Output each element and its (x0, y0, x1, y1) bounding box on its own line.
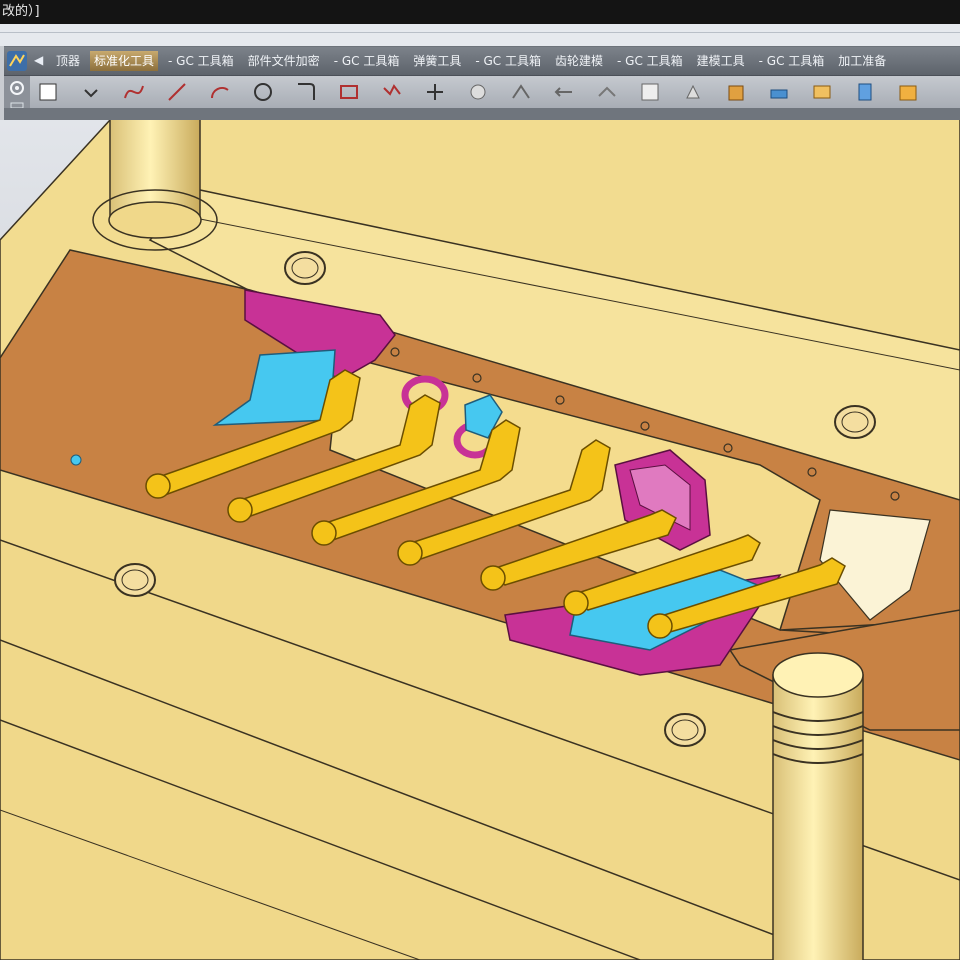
arc-icon[interactable] (208, 80, 232, 104)
section-icon[interactable] (595, 80, 619, 104)
ribbon-tab-3[interactable]: 部件文件加密 (244, 51, 324, 71)
offset-curve-icon[interactable] (466, 80, 490, 104)
solid-icon[interactable] (896, 80, 920, 104)
datum-plane-icon[interactable] (638, 80, 662, 104)
ribbon-tab-11[interactable]: 加工准备 (834, 51, 890, 71)
mold-3d-viewport[interactable] (0, 120, 960, 960)
window-title: 改的）] (2, 4, 40, 19)
app-logo-icon[interactable] (6, 50, 28, 72)
ribbon-bar: ◀ 顶器 标准化工具 - GC 工具箱 部件文件加密 - GC 工具箱 弹簧工具 - GC … (4, 46, 960, 121)
ribbon-tab-strip: ◀ 顶器 标准化工具 - GC 工具箱 部件文件加密 - GC 工具箱 弹簧工具 - GC … (4, 47, 960, 76)
fillet-icon[interactable] (294, 80, 318, 104)
profile-icon[interactable] (380, 80, 404, 104)
ribbon-tab-4[interactable]: - GC 工具箱 (330, 51, 404, 71)
mirror-icon[interactable] (552, 80, 576, 104)
ribbon-tab-2[interactable]: - GC 工具箱 (164, 51, 238, 71)
rect-icon[interactable] (337, 80, 361, 104)
window-title-bar: 改的）] (0, 0, 960, 24)
extrude-icon[interactable] (724, 80, 748, 104)
ribbon-tab-6[interactable]: - GC 工具箱 (471, 51, 545, 71)
line-icon[interactable] (165, 80, 189, 104)
tab-scroll-left-icon[interactable]: ◀ (34, 53, 43, 67)
point-icon[interactable] (423, 80, 447, 104)
circle-icon[interactable] (251, 80, 275, 104)
sketch-icon[interactable] (36, 80, 60, 104)
ribbon-tab-0[interactable]: 顶器 (52, 51, 84, 71)
ribbon-tab-7[interactable]: 齿轮建模 (551, 51, 607, 71)
shell-icon[interactable] (853, 80, 877, 104)
revolve-icon[interactable] (767, 80, 791, 104)
ribbon-tab-1[interactable]: 标准化工具 (90, 51, 159, 71)
title-separator (0, 24, 960, 46)
ribbon-tab-9[interactable]: 建模工具 (693, 51, 749, 71)
boolean-icon[interactable] (810, 80, 834, 104)
toolbar (4, 76, 960, 121)
ribbon-tab-5[interactable]: 弹簧工具 (409, 51, 465, 71)
guide-pillar-bottom-right (772, 652, 864, 960)
constraint-icon[interactable] (681, 80, 705, 104)
marker-dot (70, 454, 82, 466)
rectangle-dropdown-icon[interactable] (79, 80, 103, 104)
ribbon-tab-8[interactable]: - GC 工具箱 (613, 51, 687, 71)
ribbon-tab-10[interactable]: - GC 工具箱 (755, 51, 829, 71)
spline-icon[interactable] (122, 80, 146, 104)
guide-hole (284, 251, 326, 285)
guide-hole (114, 563, 156, 597)
guide-hole (664, 713, 706, 747)
guide-hole (834, 405, 876, 439)
trim-icon[interactable] (509, 80, 533, 104)
